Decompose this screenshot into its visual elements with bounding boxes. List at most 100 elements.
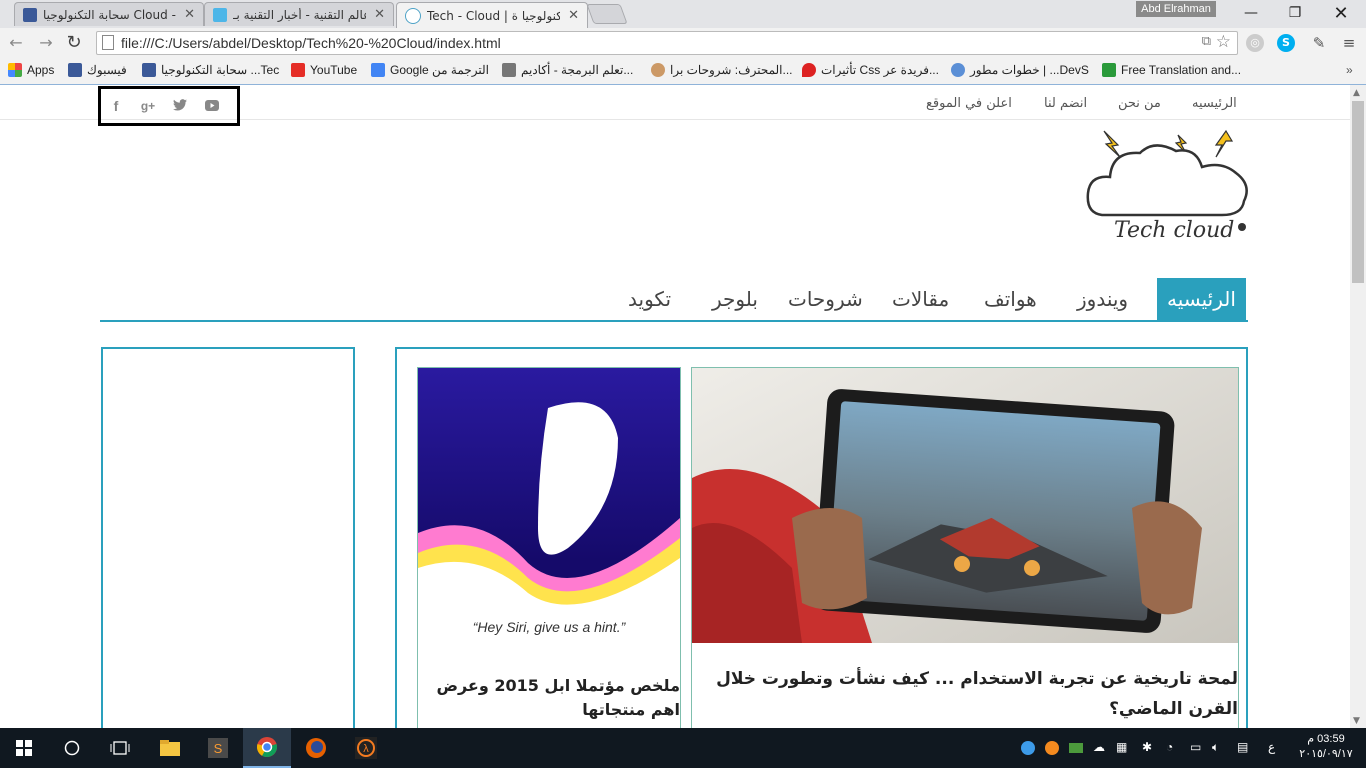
wifi-icon[interactable]: ◔ bbox=[1166, 740, 1173, 754]
bookmark-mohtarif[interactable]: المحترف: شروحات برا... bbox=[651, 63, 793, 77]
tab-3-active[interactable]: Tech - Cloud | التكنولوجيا ة ✕ bbox=[396, 2, 588, 28]
tab-1-title: سحابة التكنولوجيا Cloud - h bbox=[43, 7, 176, 22]
bookmark-label: سحابة التكنولوجيا ...Tec bbox=[161, 63, 280, 77]
nav-articles[interactable]: مقالات bbox=[892, 278, 949, 320]
nav-phones[interactable]: هواتف bbox=[984, 278, 1037, 320]
logo-text: Tech cloud bbox=[1114, 218, 1234, 243]
bookmark-label: Apps bbox=[27, 63, 55, 77]
back-arrow-icon[interactable]: ← bbox=[6, 33, 26, 53]
minimize-icon[interactable]: — bbox=[1228, 0, 1274, 26]
sublime-text-icon[interactable]: S bbox=[194, 728, 242, 768]
reload-icon[interactable]: ↻ bbox=[64, 33, 84, 53]
nav-home[interactable]: الرئيسيه bbox=[1157, 278, 1246, 320]
avatar-icon bbox=[651, 63, 665, 77]
bookmark-label: خطوات مطور | ...DevS bbox=[970, 63, 1089, 77]
bookmark-label: YouTube bbox=[310, 63, 358, 77]
article-title[interactable]: لمحة تاريخية عن تجربة الاستخدام ... كيف … bbox=[708, 664, 1238, 724]
forward-arrow-icon[interactable]: → bbox=[36, 33, 56, 53]
bookmark-google-translate[interactable]: Google الترجمة من bbox=[371, 63, 489, 77]
site-icon bbox=[951, 63, 965, 77]
chrome-icon[interactable] bbox=[243, 728, 291, 768]
system-clock[interactable]: 03:59 م ٢٠١٥/٠٩/١٧ bbox=[1296, 732, 1356, 762]
top-link-home[interactable]: الرئيسيه bbox=[1192, 96, 1237, 111]
eyedropper-icon[interactable]: ✎ bbox=[1310, 34, 1328, 52]
site-favicon-icon bbox=[213, 7, 227, 22]
svg-text:S: S bbox=[214, 741, 223, 756]
tray-network-app-icon[interactable] bbox=[1068, 740, 1084, 759]
translate-icon bbox=[371, 63, 385, 77]
close-tab-icon[interactable]: ✕ bbox=[374, 7, 385, 22]
skype-icon[interactable]: S bbox=[1277, 34, 1295, 52]
main-navigation: الرئيسيه ويندوز هواتف مقالات شروحات بلوج… bbox=[100, 278, 1248, 322]
address-bar[interactable]: file:///C:/Users/abdel/Desktop/Tech%20-%… bbox=[96, 31, 1238, 55]
firefox-icon[interactable] bbox=[292, 728, 340, 768]
search-icon[interactable] bbox=[48, 728, 96, 768]
vertical-scrollbar[interactable]: ▲ ▼ bbox=[1350, 85, 1366, 728]
bookmark-tech-cloud[interactable]: سحابة التكنولوجيا ...Tec bbox=[142, 63, 279, 77]
sidebar bbox=[101, 347, 355, 728]
google-plus-icon[interactable]: g+ bbox=[139, 97, 157, 115]
file-explorer-icon[interactable] bbox=[146, 728, 194, 768]
task-view-icon[interactable] bbox=[96, 728, 144, 768]
menu-icon[interactable]: ≡ bbox=[1340, 34, 1358, 52]
bookmark-apps[interactable]: Apps bbox=[8, 63, 54, 77]
bookmark-css-effects[interactable]: تأثيرات Css فريدة عر... bbox=[802, 63, 939, 77]
onedrive-icon[interactable]: ☁ bbox=[1093, 740, 1105, 754]
bookmark-youtube[interactable]: YouTube bbox=[291, 63, 357, 77]
top-link-advertise[interactable]: اعلن في الموقع bbox=[926, 96, 1012, 111]
bookmark-devs[interactable]: خطوات مطور | ...DevS bbox=[951, 63, 1089, 77]
half-life-icon[interactable]: λ bbox=[342, 728, 390, 768]
nav-tutorials[interactable]: شروحات bbox=[788, 278, 863, 320]
bluetooth-icon[interactable]: ✱ bbox=[1142, 740, 1152, 754]
close-tab-icon[interactable]: ✕ bbox=[184, 7, 195, 22]
article-image-apple-event[interactable]: “Hey Siri, give us a hint.” bbox=[418, 368, 680, 643]
top-link-join[interactable]: انضم لنا bbox=[1044, 96, 1087, 111]
scroll-down-arrow-icon[interactable]: ▼ bbox=[1353, 716, 1360, 726]
more-bookmarks-icon[interactable]: » bbox=[1346, 63, 1353, 77]
article-card-apple-event[interactable]: “Hey Siri, give us a hint.” ملخص مؤتملا … bbox=[417, 367, 681, 728]
action-center-icon[interactable]: ▤ bbox=[1237, 740, 1248, 754]
star-icon[interactable]: ☆ bbox=[1216, 32, 1231, 52]
tray-app-icon[interactable] bbox=[1020, 740, 1036, 759]
new-tab-button[interactable] bbox=[586, 4, 628, 24]
tech-cloud-logo[interactable]: Tech cloud bbox=[1082, 127, 1252, 249]
close-window-icon[interactable]: ✕ bbox=[1318, 0, 1364, 26]
article-card-featured[interactable]: لمحة تاريخية عن تجربة الاستخدام ... كيف … bbox=[691, 367, 1239, 728]
site-icon bbox=[502, 63, 516, 77]
top-link-about[interactable]: من نحن bbox=[1118, 96, 1161, 111]
bookmark-free-translation[interactable]: Free Translation and... bbox=[1102, 63, 1241, 77]
youtube-icon[interactable] bbox=[203, 97, 221, 115]
bookmark-academy[interactable]: تعلم البرمجة - أكاديم... bbox=[502, 63, 633, 77]
nav-windows[interactable]: ويندوز bbox=[1077, 278, 1128, 320]
tab-2[interactable]: عالم التقنية - أخبار التقنية بـ ✕ bbox=[204, 2, 394, 26]
youtube-icon bbox=[291, 63, 305, 77]
bookmark-label: Free Translation and... bbox=[1121, 63, 1242, 77]
volume-icon[interactable]: 🔈︎ bbox=[1212, 740, 1219, 755]
article-title[interactable]: ملخص مؤتملا ابل 2015 وعرض اهم منتجاتها bbox=[418, 674, 680, 722]
tray-calc-icon[interactable]: ▦ bbox=[1116, 740, 1127, 754]
article-image-tablet-gaming[interactable] bbox=[692, 368, 1238, 643]
translate-icon[interactable]: ⧉ bbox=[1202, 34, 1211, 49]
twitter-icon[interactable] bbox=[171, 97, 189, 115]
tab-1[interactable]: سحابة التكنولوجيا Cloud - h ✕ bbox=[14, 2, 204, 26]
extension-icon[interactable]: ◎ bbox=[1246, 34, 1264, 52]
tray-avast-icon[interactable] bbox=[1044, 740, 1060, 759]
battery-icon[interactable]: ▭ bbox=[1190, 740, 1201, 754]
profile-badge[interactable]: Abd Elrahman bbox=[1136, 1, 1216, 17]
close-tab-icon[interactable]: ✕ bbox=[568, 8, 579, 23]
facebook-icon[interactable]: f bbox=[107, 97, 125, 115]
nav-blogger[interactable]: بلوجر bbox=[712, 278, 758, 320]
page-icon bbox=[102, 35, 114, 50]
restore-icon[interactable]: ❐ bbox=[1272, 0, 1318, 26]
scrollbar-thumb[interactable] bbox=[1352, 101, 1364, 283]
bookmark-facebook[interactable]: فيسبوك bbox=[68, 63, 127, 77]
facebook-favicon-icon bbox=[23, 7, 37, 22]
svg-text:λ: λ bbox=[363, 743, 369, 755]
input-language[interactable]: ع bbox=[1268, 740, 1275, 754]
windows-start-icon[interactable] bbox=[0, 728, 48, 768]
bookmark-label: المحترف: شروحات برا... bbox=[670, 63, 793, 77]
nav-coding[interactable]: تكويد bbox=[628, 278, 671, 320]
scroll-up-arrow-icon[interactable]: ▲ bbox=[1353, 88, 1360, 98]
site-icon bbox=[1102, 63, 1116, 77]
clock-time: 03:59 م bbox=[1307, 733, 1345, 745]
